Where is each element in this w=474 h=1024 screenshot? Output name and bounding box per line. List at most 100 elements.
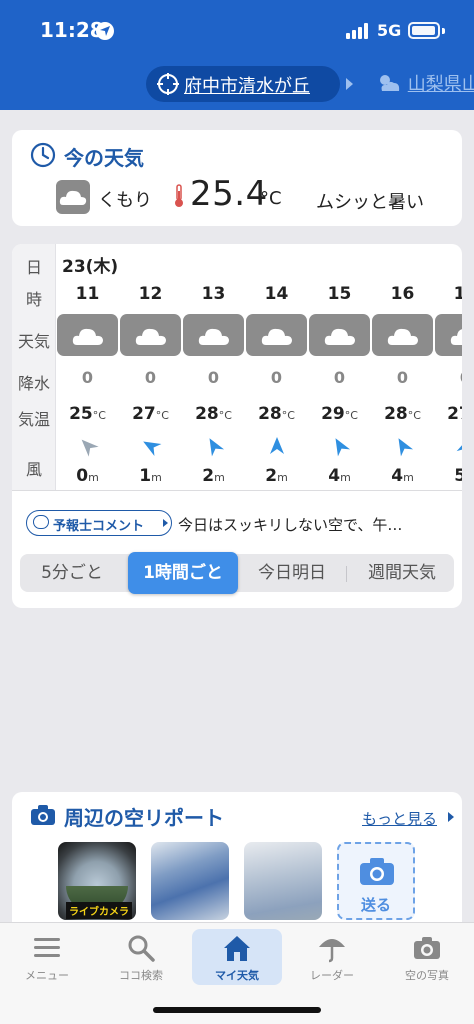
hour-label: 12 (138, 284, 163, 304)
temp-value: 28 (258, 404, 282, 424)
tab-label: メニュー (25, 969, 69, 982)
status-time: 11:28 (40, 18, 104, 42)
label-hour: 時 (25, 290, 42, 309)
cloudy-icon (309, 314, 370, 356)
forecaster-comment-label: 予報士コメント (53, 519, 145, 534)
precip-value: 0 (434, 368, 462, 387)
sky-photo-thumbnail[interactable] (151, 842, 229, 920)
wind-speed-value: 4 (328, 466, 341, 486)
temp-value: 28 (195, 404, 219, 424)
current-weather-title: 今の天気 (64, 146, 144, 170)
status-bar: 11:28 5G (0, 0, 474, 62)
location-arrow-icon (96, 22, 114, 40)
temp-value: 28 (384, 404, 408, 424)
cloudy-icon (183, 314, 244, 356)
hour-label: 16 (390, 284, 415, 304)
current-location-pill[interactable]: 府中市清水が丘 (146, 66, 340, 102)
app-header: 11:28 5G 府中市清水が丘 山梨県山 (0, 0, 474, 110)
sky-photo-thumbnail[interactable] (244, 842, 322, 920)
forecaster-comment-text[interactable]: 今日はスッキリしない空で、午… (178, 514, 450, 535)
wind-cell: 1m (119, 466, 182, 486)
wind-cell: 2m (245, 466, 308, 486)
sun-cloud-icon (380, 75, 400, 91)
wind-cell: 5m (434, 466, 462, 486)
precip-value: 0 (396, 368, 409, 387)
segment-separator (346, 566, 347, 582)
hour-label: 11 (75, 284, 100, 304)
current-condition: くもり (98, 190, 152, 211)
hour-label: 13 (201, 284, 226, 304)
temp-value: 29 (321, 404, 345, 424)
wind-speed-value: 5 (454, 466, 462, 486)
segment-1hour[interactable]: 1時間ごと (128, 552, 238, 594)
current-location-name: 府中市清水が丘 (184, 76, 310, 97)
wind-unit: m (151, 471, 162, 484)
temp-value: 25 (69, 404, 93, 424)
wind-direction-arrow-icon (209, 438, 225, 457)
precip-value: 0 (207, 368, 220, 387)
wind-direction-arrow-icon (143, 441, 162, 457)
hour-column: 15 0 29°C 4m (308, 280, 371, 490)
hourly-columns[interactable]: 11 0 25°C 0m 12 0 27°C 1m 13 0 28°C 2m 14 0 28°C 2m 15 0 2… (56, 280, 462, 490)
camera-icon (31, 805, 55, 825)
home-icon (224, 936, 250, 961)
precip-value: 0 (81, 368, 94, 387)
see-more-link[interactable]: もっと見る (362, 808, 437, 829)
hour-column: 12 0 27°C 1m (119, 280, 182, 490)
battery-icon (408, 22, 440, 39)
wind-unit: m (277, 471, 288, 484)
wind-unit: m (88, 471, 99, 484)
interval-segmented-control: 5分ごと 1時間ごと 今日明日 週間天気 (20, 552, 454, 594)
tab-label: ココ検索 (119, 969, 163, 982)
tab-label: レーダー (310, 969, 354, 982)
wind-speed-value: 0 (76, 466, 89, 486)
precip-value: 0 (270, 368, 283, 387)
hour-label: 15 (327, 284, 352, 304)
tab-menu[interactable]: メニュー (2, 929, 92, 985)
forecaster-comment-button[interactable]: 予報士コメント (26, 510, 172, 536)
segment-today-tomorrow[interactable]: 今日明日 (242, 554, 342, 592)
tab-sky-photos[interactable]: 空の写真 (382, 929, 472, 985)
menu-icon (34, 938, 60, 957)
temp-value: 27 (132, 404, 156, 424)
hour-label: 14 (264, 284, 289, 304)
crosshair-icon (157, 73, 179, 95)
send-photo-button[interactable]: 送る (337, 842, 415, 920)
tab-label: マイ天気 (215, 969, 259, 982)
tab-search[interactable]: ココ検索 (96, 929, 186, 985)
next-location-link[interactable]: 山梨県山 (376, 70, 474, 96)
tab-my-weather[interactable]: マイ天気 (192, 929, 282, 985)
live-camera-tag: ライブカメラ (66, 902, 132, 919)
chat-bubble-icon (33, 515, 49, 529)
feels-like-text: ムシッと暑い (316, 192, 424, 213)
chevron-right-icon (163, 519, 168, 527)
precip-value: 0 (333, 368, 346, 387)
temp-unit: °C (344, 409, 358, 422)
label-wind: 風 (25, 460, 42, 479)
precip-value: 0 (144, 368, 157, 387)
cloudy-icon (435, 314, 462, 356)
hour-column: 14 0 28°C 2m (245, 280, 308, 490)
wind-direction-arrow-icon (335, 438, 351, 457)
live-camera-thumbnail[interactable]: ライブカメラ (58, 842, 136, 920)
hour-label: 17 (453, 284, 462, 304)
day-label: 23(木) (62, 257, 119, 277)
wind-speed-value: 4 (391, 466, 404, 486)
segment-weekly[interactable]: 週間天気 (350, 554, 454, 592)
hour-column: 11 0 25°C 0m (56, 280, 119, 490)
wind-cell: 0m (56, 466, 119, 486)
next-location-name: 山梨県山 (407, 74, 474, 95)
temp-cell: 27°C (119, 404, 182, 424)
temp-value: 27 (447, 404, 462, 424)
wind-cell: 4m (308, 466, 371, 486)
current-weather-card[interactable]: 今の天気 くもり 25.4 °C ムシッと暑い (12, 130, 462, 226)
signal-icon (346, 23, 370, 39)
chevron-right-icon (346, 78, 353, 90)
wind-direction-arrow-icon (456, 437, 462, 456)
temp-unit: °C (92, 409, 106, 422)
hourly-forecast-card: 日 時 天気 降水 気温 風 23(木) 11 0 25°C 0m 12 0 27°C 1m 1… (12, 244, 462, 608)
cloudy-icon (56, 180, 90, 214)
segment-5min[interactable]: 5分ごと (20, 554, 124, 592)
tab-radar[interactable]: レーダー (287, 929, 377, 985)
wind-direction-arrow-icon (81, 439, 99, 457)
